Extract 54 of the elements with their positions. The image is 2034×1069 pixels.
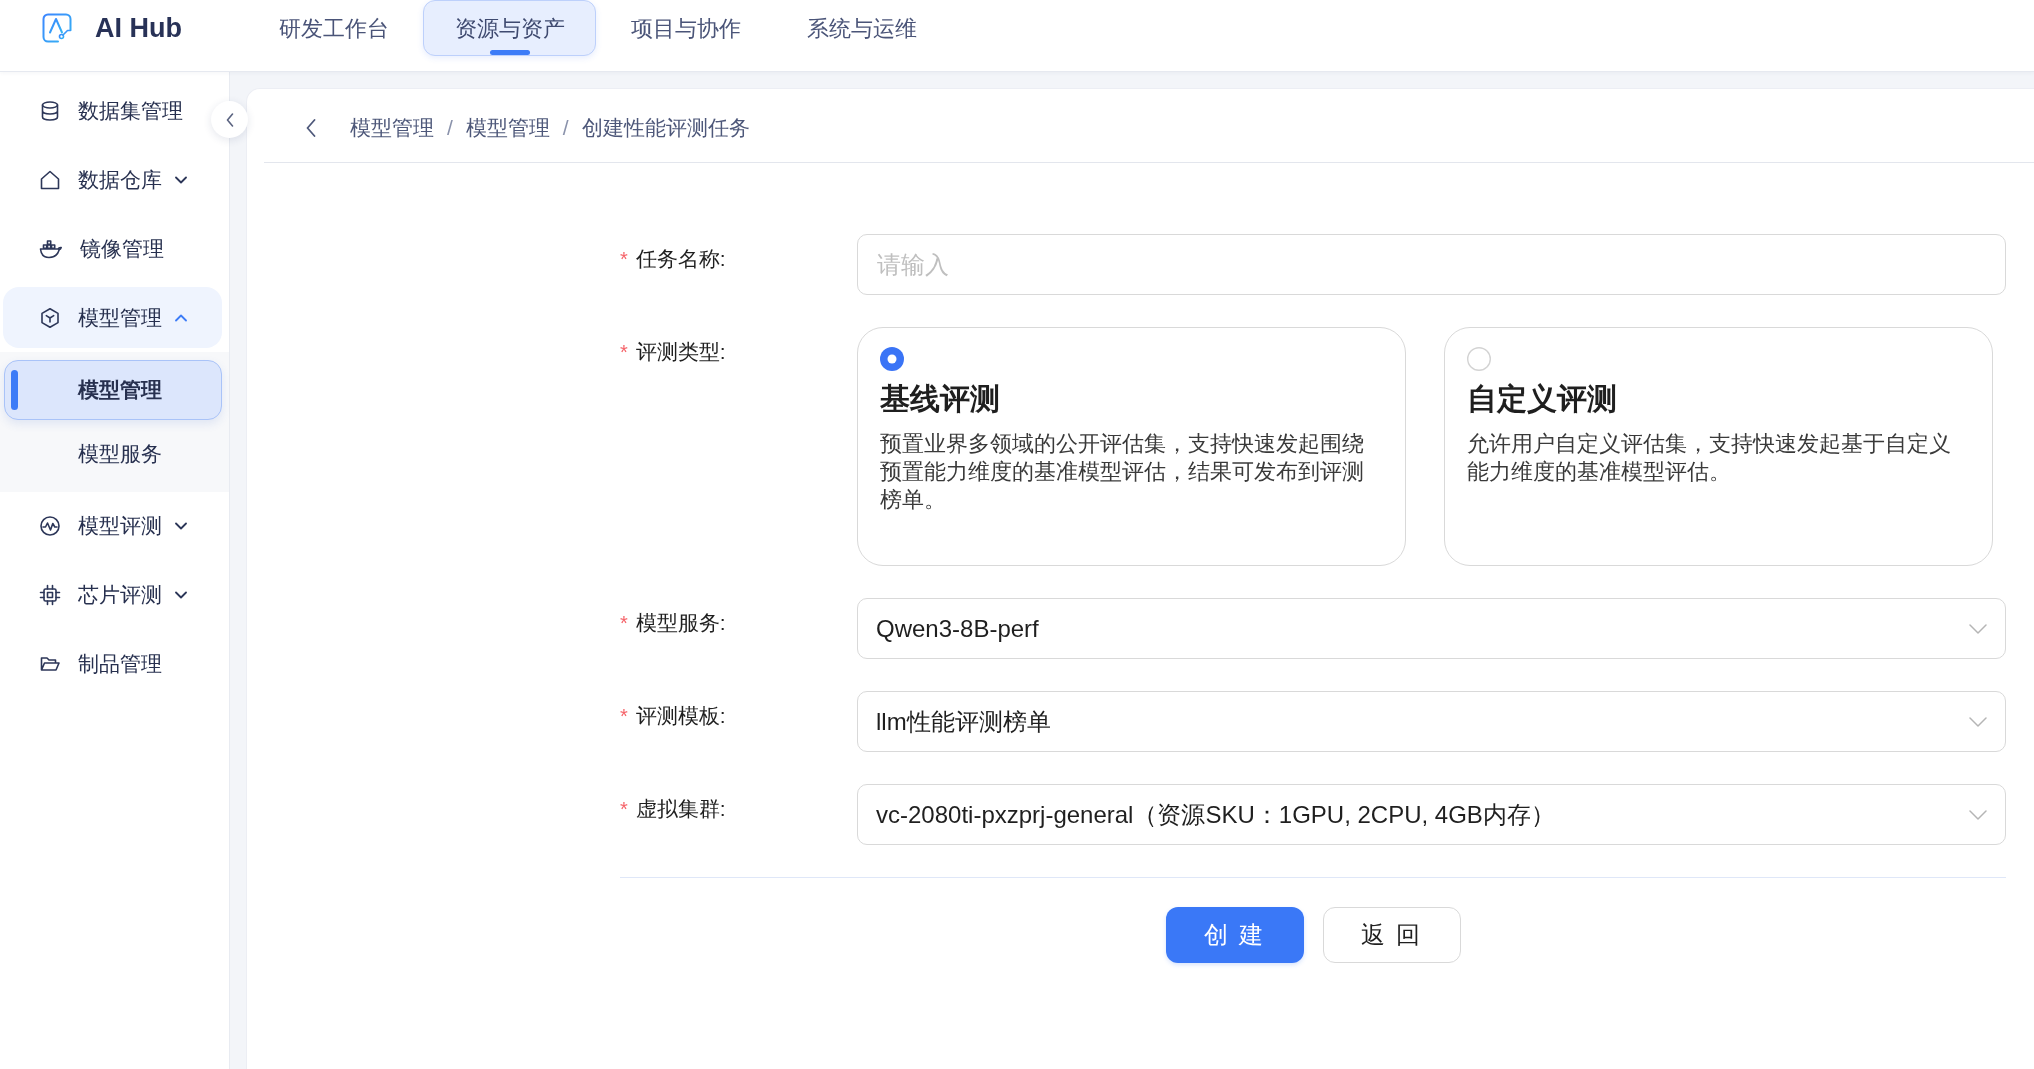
breadcrumb-separator: / (447, 115, 453, 140)
house-icon (39, 168, 61, 191)
sidebar-item[interactable]: 镜像管理 (3, 218, 203, 279)
whale-icon (39, 237, 63, 260)
required-asterisk: * (620, 797, 628, 821)
option-card[interactable]: 基线评测 预置业界多领域的公开评估集，支持快速发起围绕预置能力维度的基准模型评估，结果可发布到评测榜单。 (857, 327, 1406, 566)
select-field[interactable]: Qwen3-8B-perf (857, 598, 2006, 659)
sidebar-item[interactable]: 芯片评测 (3, 564, 203, 626)
radio-checked-icon[interactable] (880, 347, 904, 371)
database-icon (39, 99, 61, 122)
nav-tab[interactable]: 资源与资产 (423, 0, 596, 56)
cube-icon (39, 306, 61, 329)
field-label: 虚拟集群: (635, 796, 726, 822)
field-label: 评测类型: (635, 339, 726, 365)
nav-tab[interactable]: 系统与运维 (775, 0, 948, 56)
chevron-down-icon (1969, 716, 1987, 727)
pulse-icon (39, 515, 61, 537)
create-button[interactable]: 创 建 (1165, 907, 1304, 963)
logo-icon (42, 13, 72, 43)
field-label: 评测模板: (635, 703, 726, 729)
option-description: 预置业界多领域的公开评估集，支持快速发起围绕预置能力维度的基准模型评估，结果可发布到评测榜单。 (880, 431, 1365, 514)
radio-empty-icon[interactable] (1467, 347, 1491, 371)
sidebar-item[interactable]: 模型管理 (3, 287, 222, 348)
chevron-down-icon (1969, 623, 1987, 634)
nav-tab[interactable]: 研发工作台 (247, 0, 420, 56)
text-input[interactable]: 请输入 (857, 234, 2006, 295)
select-field[interactable]: vc-2080ti-pxzprj-general（资源SKU：1GPU, 2CPU, 4GB内存） (857, 784, 2006, 845)
submenu-item[interactable]: 模型管理 (4, 359, 222, 420)
nav-tab[interactable]: 项目与协作 (599, 0, 772, 56)
option-card[interactable]: 自定义评测 允许用户自定义评估集，支持快速发起基于自定义能力维度的基准模型评估。 (1444, 327, 1993, 566)
breadcrumb-link[interactable]: 模型管理 (465, 113, 550, 142)
sidebar-item[interactable]: 制品管理 (3, 633, 203, 695)
required-asterisk: * (620, 611, 628, 635)
select-field[interactable]: llm性能评测榜单 (857, 691, 2006, 752)
option-title: 自定义评测 (1467, 381, 1618, 417)
breadcrumb-link[interactable]: 模型管理 (350, 113, 434, 142)
sidebar-item[interactable]: 模型评测 (3, 495, 203, 557)
chevron-down-icon (1969, 809, 1987, 820)
chip-icon (39, 584, 61, 606)
required-asterisk: * (620, 340, 628, 364)
chevron-left-icon (225, 112, 234, 127)
required-asterisk: * (620, 704, 628, 728)
field-label: 模型服务: (635, 610, 726, 636)
field-label: 任务名称: (635, 246, 726, 272)
option-title: 基线评测 (880, 381, 1001, 417)
submenu-item[interactable]: 模型服务 (4, 424, 222, 484)
option-description: 允许用户自定义评估集，支持快速发起基于自定义能力维度的基准模型评估。 (1467, 431, 1952, 486)
breadcrumb-separator: / (562, 115, 569, 140)
app-name: AI Hub (95, 12, 182, 44)
breadcrumb-link[interactable]: 创建性能评测任务 (581, 113, 750, 142)
required-asterisk: * (620, 247, 628, 271)
sidebar-item[interactable]: 数据仓库 (3, 149, 203, 210)
back-text-button[interactable]: 返 回 (1322, 907, 1461, 963)
sidebar-item[interactable]: 数据集管理 (3, 80, 203, 141)
